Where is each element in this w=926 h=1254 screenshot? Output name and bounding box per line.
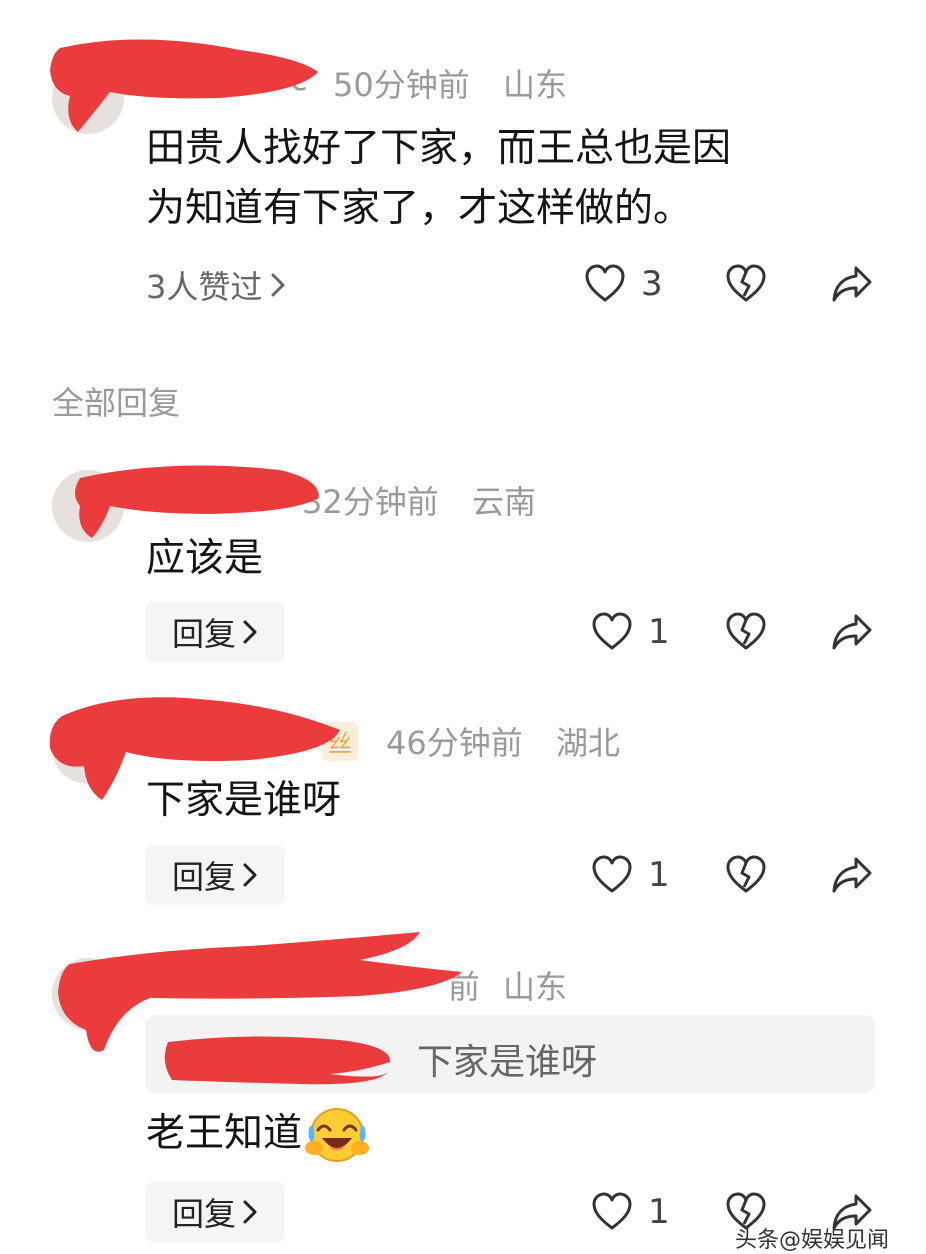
comment-time-fragment: 前 <box>448 968 481 1006</box>
section-title: 全部回复 <box>52 384 181 422</box>
comment-time: 50分钟前 <box>333 66 470 104</box>
share-icon[interactable] <box>830 610 874 654</box>
laughing-emoji-icon <box>305 1108 370 1162</box>
share-icon[interactable] <box>830 262 874 306</box>
like-count: 1 <box>648 1192 670 1232</box>
username-fragment[interactable]: c <box>290 60 308 98</box>
quoted-reply[interactable]: 下家是谁呀 <box>145 1015 875 1093</box>
reply-button[interactable]: 回复 <box>145 1182 285 1242</box>
quoted-reply-text: 下家是谁呀 <box>417 1042 598 1083</box>
reply-button[interactable]: 回复 <box>145 602 285 662</box>
comment-text-line-1: 田贵人找好了下家，而王总也是因 <box>146 126 732 171</box>
comment-text: 应该是 <box>146 536 264 581</box>
reply-button-label: 回复 <box>171 615 236 653</box>
liked-by-text: 3人赞过 <box>146 268 263 306</box>
comment-location: 云南 <box>472 483 537 521</box>
heart-icon <box>585 264 625 302</box>
fan-badge: 丝 <box>322 722 358 761</box>
avatar[interactable] <box>52 712 124 784</box>
heart-icon <box>592 1192 632 1230</box>
liked-by-link[interactable]: 3人赞过 <box>146 262 286 308</box>
like-button[interactable]: 1 <box>590 1190 670 1234</box>
chevron-right-icon <box>243 863 257 887</box>
avatar[interactable] <box>52 958 124 1030</box>
chevron-right-icon <box>243 1200 257 1224</box>
comment-time: 32分钟前 <box>302 483 439 521</box>
like-count: 3 <box>641 264 663 304</box>
comment-location: 山东 <box>503 66 568 104</box>
share-icon[interactable] <box>830 853 874 897</box>
comment-text: 下家是谁呀 <box>146 778 342 823</box>
chevron-right-icon <box>243 620 257 644</box>
like-count: 1 <box>648 855 670 895</box>
reply-button[interactable]: 回复 <box>145 845 285 905</box>
reply-button-label: 回复 <box>171 858 236 896</box>
reply-button-label: 回复 <box>171 1195 236 1233</box>
watermark: 头条@娱娱见闻 <box>735 1228 890 1253</box>
like-button[interactable]: 3 <box>583 262 663 306</box>
chevron-right-icon <box>271 273 285 297</box>
avatar[interactable] <box>52 470 124 542</box>
avatar[interactable] <box>52 62 124 134</box>
comment-location: 湖北 <box>556 724 621 762</box>
broken-heart-icon[interactable] <box>724 853 768 897</box>
broken-heart-icon[interactable] <box>724 610 768 654</box>
comment-text-line-2: 为知道有下家了，才这样做的。 <box>146 186 693 231</box>
comment-location: 山东 <box>503 968 568 1006</box>
like-button[interactable]: 1 <box>590 610 670 654</box>
like-count: 1 <box>648 612 670 652</box>
heart-icon <box>592 855 632 893</box>
comment-text: 老王知道 <box>146 1111 303 1156</box>
comment-content: 老王知道 <box>146 1104 370 1164</box>
heart-icon <box>592 612 632 650</box>
like-button[interactable]: 1 <box>590 853 670 897</box>
broken-heart-icon[interactable] <box>724 262 768 306</box>
comment-time: 46分钟前 <box>386 724 523 762</box>
